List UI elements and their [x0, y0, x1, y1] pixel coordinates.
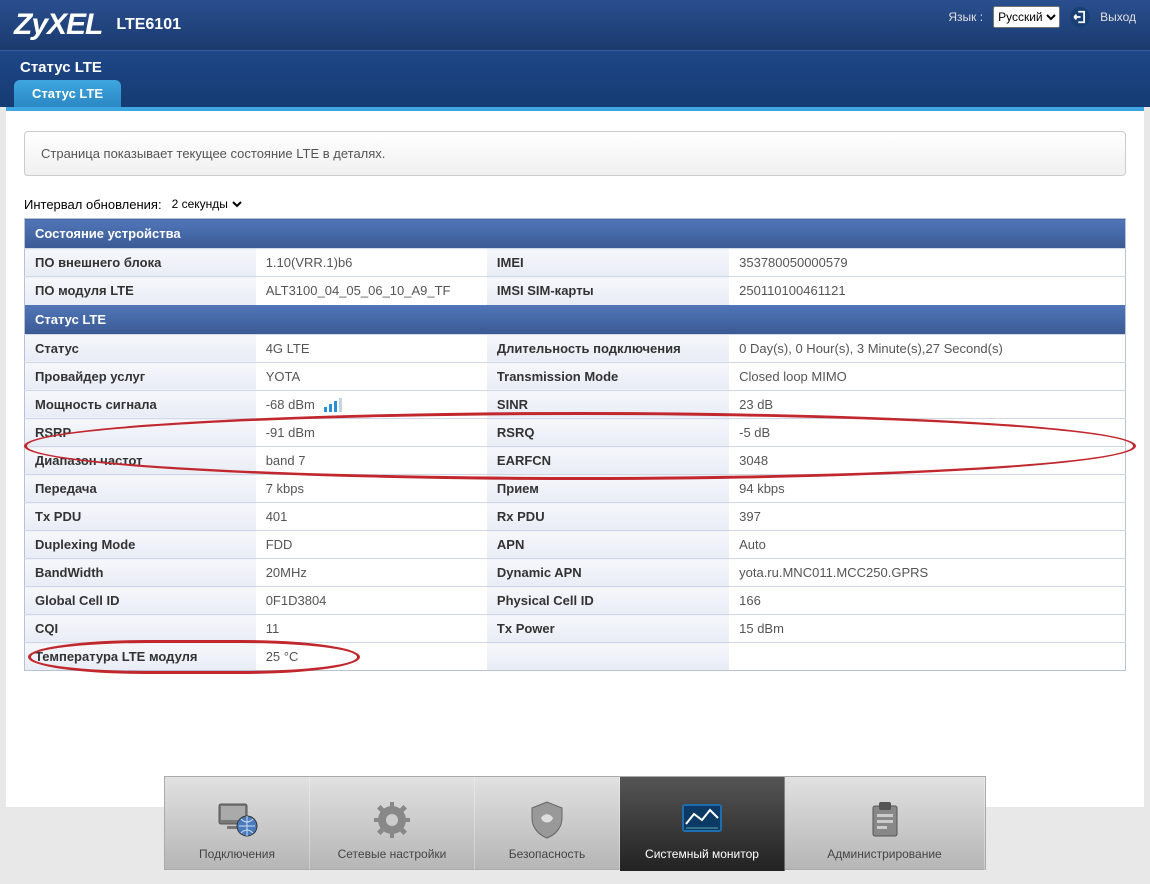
label-imsi: IMSI SIM-карты — [487, 277, 729, 305]
logout-label[interactable]: Выход — [1100, 10, 1136, 24]
label-pcid: Physical Cell ID — [487, 587, 729, 615]
language-label: Язык : — [948, 10, 983, 24]
value-temp: 25 °C — [256, 643, 487, 671]
label-apn: APN — [487, 531, 729, 559]
language-select[interactable]: Русский — [993, 6, 1060, 28]
page-description: Страница показывает текущее состояние LT… — [24, 131, 1126, 176]
value-imsi: 250110100461121 — [729, 277, 1125, 305]
value-rsrp: -91 dBm — [256, 419, 487, 447]
value-provider: YOTA — [256, 362, 487, 390]
value-earfcn: 3048 — [729, 447, 1125, 475]
value-rx: 94 kbps — [729, 475, 1125, 503]
value-status: 4G LTE — [256, 334, 487, 362]
page-title: Статус LTE — [14, 51, 1136, 80]
label-empty — [487, 643, 729, 671]
value-txmode: Closed loop MIMO — [729, 362, 1125, 390]
content-area: Страница показывает текущее состояние LT… — [6, 107, 1144, 807]
value-rsrq: -5 dB — [729, 419, 1125, 447]
label-signal: Мощность сигнала — [25, 390, 256, 419]
model-name: LTE6101 — [116, 16, 181, 34]
brand-logo: ZyXEL — [14, 8, 102, 42]
label-lte-fw: ПО модуля LTE — [25, 277, 256, 305]
nav-label: Безопасность — [509, 847, 586, 861]
nav-label: Сетевые настройки — [338, 847, 447, 861]
clipboard-icon — [867, 799, 903, 841]
nav-network-settings[interactable]: Сетевые настройки — [310, 777, 475, 871]
value-tx: 7 kbps — [256, 475, 487, 503]
label-cqi: CQI — [25, 615, 256, 643]
chart-icon — [680, 799, 724, 841]
shield-icon — [528, 799, 566, 841]
section-device-state: Состояние устройства — [25, 219, 1126, 249]
label-ext-fw: ПО внешнего блока — [25, 249, 256, 277]
gear-icon — [372, 799, 412, 841]
sub-header: Статус LTE Статус LTE — [0, 50, 1150, 107]
label-txpower: Tx Power — [487, 615, 729, 643]
value-txpdu: 401 — [256, 503, 487, 531]
nav-label: Администрирование — [827, 847, 941, 861]
label-temp: Температура LTE модуля — [25, 643, 256, 671]
label-band: Диапазон частот — [25, 447, 256, 475]
label-gcid: Global Cell ID — [25, 587, 256, 615]
nav-connections[interactable]: Подключения — [165, 777, 310, 871]
section-lte-status: Статус LTE — [25, 305, 1126, 335]
value-cqi: 11 — [256, 615, 487, 643]
tab-lte-status[interactable]: Статус LTE — [14, 80, 121, 107]
value-txpower: 15 dBm — [729, 615, 1125, 643]
value-pcid: 166 — [729, 587, 1125, 615]
nav-label: Системный монитор — [645, 847, 759, 861]
label-duplex: Duplexing Mode — [25, 531, 256, 559]
nav-system-monitor[interactable]: Системный монитор — [620, 777, 785, 871]
value-duration: 0 Day(s), 0 Hour(s), 3 Minute(s),27 Seco… — [729, 334, 1125, 362]
label-rx: Прием — [487, 475, 729, 503]
status-table: Состояние устройства ПО внешнего блока 1… — [24, 218, 1126, 671]
value-ext-fw: 1.10(VRR.1)b6 — [256, 249, 487, 277]
value-dynapn: yota.ru.MNC011.MCC250.GPRS — [729, 559, 1125, 587]
label-txpdu: Tx PDU — [25, 503, 256, 531]
nav-label: Подключения — [199, 847, 275, 861]
label-bw: BandWidth — [25, 559, 256, 587]
value-bw: 20MHz — [256, 559, 487, 587]
label-dynapn: Dynamic APN — [487, 559, 729, 587]
monitor-globe-icon — [215, 799, 259, 841]
value-band: band 7 — [256, 447, 487, 475]
value-apn: Auto — [729, 531, 1125, 559]
refresh-label: Интервал обновления: — [24, 197, 162, 212]
value-sinr: 23 dB — [729, 390, 1125, 419]
top-header: ZyXEL LTE6101 Язык : Русский Выход — [0, 0, 1150, 50]
value-duplex: FDD — [256, 531, 487, 559]
label-rsrq: RSRQ — [487, 419, 729, 447]
value-gcid: 0F1D3804 — [256, 587, 487, 615]
refresh-interval-select[interactable]: 2 секунды — [168, 196, 245, 212]
label-provider: Провайдер услуг — [25, 362, 256, 390]
label-status: Статус — [25, 334, 256, 362]
value-rxpdu: 397 — [729, 503, 1125, 531]
label-tx: Передача — [25, 475, 256, 503]
value-empty — [729, 643, 1125, 671]
label-txmode: Transmission Mode — [487, 362, 729, 390]
value-lte-fw: ALT3100_04_05_06_10_A9_TF — [256, 277, 487, 305]
header-controls: Язык : Русский Выход — [948, 6, 1136, 28]
nav-security[interactable]: Безопасность — [475, 777, 620, 871]
value-signal: -68 dBm — [256, 390, 487, 419]
nav-administration[interactable]: Администрирование — [785, 777, 985, 871]
label-duration: Длительность подключения — [487, 334, 729, 362]
label-earfcn: EARFCN — [487, 447, 729, 475]
logout-icon[interactable] — [1070, 7, 1090, 27]
label-sinr: SINR — [487, 390, 729, 419]
signal-icon — [318, 397, 344, 412]
label-rxpdu: Rx PDU — [487, 503, 729, 531]
bottom-nav: Подключения Сетевые настройки Безопаснос… — [164, 776, 986, 870]
label-imei: IMEI — [487, 249, 729, 277]
value-imei: 353780050000579 — [729, 249, 1125, 277]
label-rsrp: RSRP — [25, 419, 256, 447]
